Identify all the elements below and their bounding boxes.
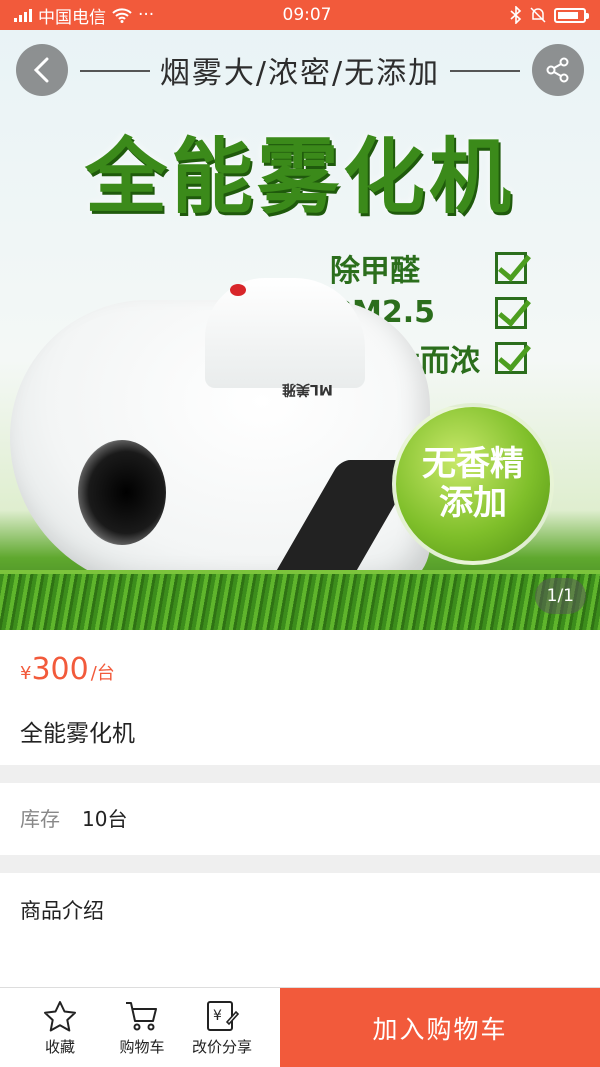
price-edit-icon: ¥ bbox=[207, 1000, 239, 1031]
stock-label: 库存 bbox=[20, 807, 60, 831]
checkmark-icon bbox=[495, 251, 527, 284]
section-divider bbox=[0, 855, 600, 873]
bottom-action-bar: 收藏 购物车 ¥ 改价分享 加入购物车 bbox=[0, 987, 600, 1067]
favorite-button[interactable]: 收藏 bbox=[20, 988, 100, 1067]
no-fragrance-badge: 无香精 添加 bbox=[392, 403, 554, 565]
favorite-label: 收藏 bbox=[44, 1037, 75, 1056]
currency-symbol: ¥ bbox=[20, 663, 32, 684]
stock-row: 库存 10台 bbox=[20, 803, 127, 832]
svg-text:¥: ¥ bbox=[213, 1008, 222, 1024]
image-title: 全能雾化机 bbox=[84, 130, 515, 225]
share-icon bbox=[546, 57, 569, 83]
star-icon bbox=[44, 1000, 76, 1031]
price: ¥ 300 /台 bbox=[20, 652, 115, 687]
carrier-label: 中国电信 bbox=[38, 7, 106, 28]
share-button[interactable] bbox=[532, 44, 584, 96]
battery-icon bbox=[554, 7, 589, 23]
reprice-share-label: 改价分享 bbox=[191, 1037, 252, 1056]
device-nozzle bbox=[78, 440, 166, 545]
grass-strip bbox=[0, 570, 600, 630]
price-unit: /台 bbox=[90, 663, 115, 684]
device-power-button bbox=[230, 284, 246, 296]
cart-icon bbox=[126, 1001, 157, 1030]
device-brand: ML美雅 bbox=[282, 381, 333, 397]
cart-button[interactable]: 购物车 bbox=[102, 988, 182, 1067]
bluetooth-icon bbox=[510, 6, 522, 24]
product-image[interactable]: 烟雾大/浓密/无添加 全能雾化机 除甲醛 PM2.5 烟雾大而浓 ML美雅 无香… bbox=[0, 30, 600, 630]
section-divider bbox=[0, 765, 600, 783]
image-page-indicator: 1/1 bbox=[534, 578, 586, 614]
chevron-left-icon bbox=[33, 57, 49, 83]
device-handle bbox=[205, 278, 365, 388]
reprice-share-button[interactable]: ¥ 改价分享 bbox=[182, 988, 262, 1067]
status-bar: 中国电信 ··· 09:07 bbox=[0, 0, 600, 30]
status-dots: ··· bbox=[138, 5, 155, 25]
signal-icon bbox=[14, 8, 32, 22]
wifi-icon bbox=[112, 8, 132, 23]
checkmark-icon bbox=[495, 296, 527, 329]
product-title: 全能雾化机 bbox=[20, 721, 135, 747]
cart-label: 购物车 bbox=[119, 1037, 165, 1056]
image-tagline: 烟雾大/浓密/无添加 bbox=[159, 56, 441, 91]
back-button[interactable] bbox=[16, 44, 68, 96]
product-intro-heading: 商品介绍 bbox=[20, 899, 104, 923]
feature-item: 除甲醛 bbox=[330, 245, 527, 290]
stock-value: 10台 bbox=[82, 807, 128, 831]
silent-bell-icon bbox=[530, 7, 546, 23]
add-to-cart-button[interactable]: 加入购物车 bbox=[280, 988, 600, 1067]
clock: 09:07 bbox=[282, 5, 332, 25]
checkmark-icon bbox=[495, 341, 527, 374]
price-value: 300 bbox=[31, 652, 89, 687]
